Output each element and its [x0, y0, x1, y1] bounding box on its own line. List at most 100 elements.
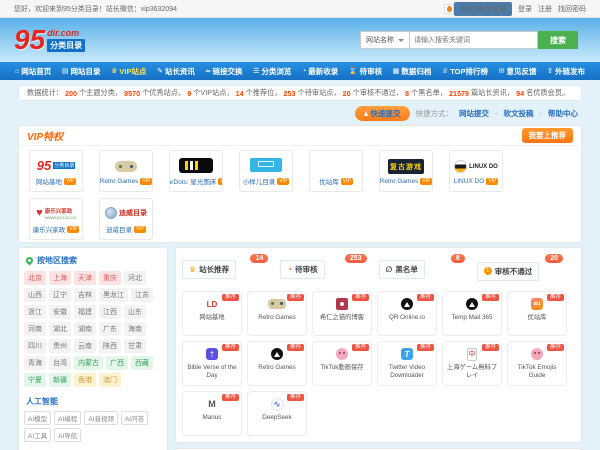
vip-card-xiaoyanger[interactable]: 小样儿目录 VIP	[239, 150, 293, 192]
region-tag[interactable]: 江苏	[131, 288, 153, 302]
rec-card-tiktok-emojis[interactable]: 推荐 TikTok Emojis Guide	[507, 340, 567, 386]
nav-external-links[interactable]: ⇧ 外链发布	[547, 66, 585, 77]
vip-card-retro-games[interactable]: Retro Games VIP	[99, 150, 153, 192]
nav-feedback[interactable]: ✉ 意见反馈	[499, 66, 537, 77]
tab-webmaster-recommend[interactable]: ♛ 站长推荐	[182, 260, 237, 279]
tab-label: 站长推荐	[199, 265, 230, 274]
region-tag[interactable]: 山西	[24, 288, 46, 302]
region-tag[interactable]: 河南	[24, 322, 46, 336]
vip-card-diwei[interactable]: 迪威目录 迪威目录 VIP	[99, 198, 153, 240]
vip-card-kanglexing[interactable]: ♥ 康乐兴家政 WWW.KLXJZ.CN 康乐兴家政 VIP	[29, 198, 83, 240]
nav-home[interactable]: ⌂ 网站首页	[15, 66, 51, 77]
article-submit-link[interactable]: 软文投稿	[504, 108, 534, 119]
vip-card-wangzhanjidi[interactable]: 95 分类目录 网站基地 VIP	[29, 150, 83, 192]
vip-card-fugu-youxi[interactable]: 复古游戏 Retro Games VIP	[379, 150, 433, 192]
stardots-logo-icon	[179, 157, 213, 173]
site-submit-link[interactable]: 网站提交	[459, 108, 489, 119]
nav-webmaster-news[interactable]: ✎ 站长资讯	[157, 66, 195, 77]
region-tag[interactable]: 西藏	[131, 356, 153, 370]
rec-card-manus[interactable]: 推荐 M Manus	[182, 390, 242, 436]
region-tag[interactable]: 青海	[24, 356, 46, 370]
recommend-badge: 推荐	[351, 293, 369, 301]
region-tag[interactable]: 广东	[99, 322, 121, 336]
region-tag[interactable]: 北京	[24, 271, 46, 285]
recommend-badge: 推荐	[416, 343, 434, 351]
region-tag[interactable]: 台湾	[49, 356, 71, 370]
ai-tag[interactable]: AI模型	[24, 411, 52, 425]
tab-blacklist[interactable]: ∅ 黑名单	[378, 260, 425, 279]
rec-card-qr-online[interactable]: 推荐 QR Online.io	[377, 290, 437, 336]
rec-card-bible-verse[interactable]: 推荐 † Bible Verse of the Day	[182, 340, 242, 386]
nav-top-ranking[interactable]: ♕ TOP排行榜	[442, 66, 488, 77]
rec-card-wangzhanjidi[interactable]: 推荐 LD 网站基地	[182, 290, 242, 336]
region-tag[interactable]: 海南	[124, 322, 146, 336]
vip-card-label: Retro Games	[379, 177, 419, 185]
clock-icon: ◔	[302, 67, 307, 75]
ai-tag[interactable]: AI工具	[24, 428, 52, 442]
region-tag[interactable]: 广西	[106, 356, 128, 370]
tab-review-failed[interactable]: ! 审核不通过	[476, 261, 540, 281]
region-tag[interactable]: 福建	[74, 305, 96, 319]
site-logo[interactable]: 95 dir.com 分类目录	[14, 26, 86, 53]
region-tag[interactable]: 澳门	[99, 373, 121, 387]
rec-card-retro-games-2[interactable]: 推荐 Retro Games	[247, 340, 307, 386]
region-tag[interactable]: 黑龙江	[99, 288, 128, 302]
nav-label: 意见反馈	[506, 66, 537, 76]
vip-card-linuxdo[interactable]: LINUX DO LINUX DO VIP	[449, 150, 503, 192]
region-tag[interactable]: 天津	[74, 271, 96, 285]
region-tag[interactable]: 江西	[99, 305, 121, 319]
tab-pending-review[interactable]: ◔ 待审核	[280, 260, 325, 279]
region-tag[interactable]: 安徽	[49, 305, 71, 319]
nav-vip-sites[interactable]: ♛ VIP站点	[111, 66, 146, 77]
ai-tag[interactable]: AI编程	[54, 411, 82, 425]
rec-card-deepseek[interactable]: 推荐 ∿ DeepSeek	[247, 390, 307, 436]
rec-card-shanghai-game[interactable]: 推荐 中 上海ゲーム無料プレイ	[442, 340, 502, 386]
qq-login-button[interactable]: 用QQ帐号登录	[454, 1, 512, 16]
rec-card-temp-mail[interactable]: 推荐 Temp Mail 365	[442, 290, 502, 336]
region-tag[interactable]: 浙江	[24, 305, 46, 319]
region-tag[interactable]: 云南	[74, 339, 96, 353]
search-category-select[interactable]: 网站名称	[360, 31, 410, 49]
region-tag[interactable]: 河北	[124, 271, 146, 285]
ai-tag[interactable]: AI音视频	[84, 411, 118, 425]
nav-directory[interactable]: ▤ 网站目录	[62, 66, 101, 77]
register-link[interactable]: 注册	[538, 4, 552, 14]
rec-card-youzhanku[interactable]: 推荐 au 优站库	[507, 290, 567, 336]
rec-card-twitter-downloader[interactable]: 推荐 T Twitter Video Downloader	[377, 340, 437, 386]
ai-tag[interactable]: AI导航	[54, 428, 82, 442]
quick-submit-button[interactable]: 快速提交	[354, 105, 410, 121]
search-input[interactable]	[410, 31, 538, 49]
region-tag[interactable]: 辽宁	[49, 288, 71, 302]
region-tag[interactable]: 吉林	[74, 288, 96, 302]
search-button[interactable]: 搜索	[538, 31, 578, 49]
rec-card-retro-games[interactable]: 推荐 Retro Games	[247, 290, 307, 336]
vip-card-stardots[interactable]: StarDots: 星光图床VIP	[169, 150, 223, 192]
region-tag[interactable]: 香港	[74, 373, 96, 387]
region-tag[interactable]: 四川	[24, 339, 46, 353]
vip-card-youzhanku[interactable]: 优站库 VIP	[309, 150, 363, 192]
nav-category-browse[interactable]: ☰ 分类浏览	[253, 66, 291, 77]
nav-link-exchange[interactable]: ∞ 链接交换	[206, 66, 243, 77]
rec-card-tiktok-save[interactable]: 推荐 TikTok動画保存	[312, 340, 372, 386]
region-tag[interactable]: 宁夏	[24, 373, 46, 387]
get-recommended-button[interactable]: 我要上推荐	[521, 128, 573, 143]
region-tag[interactable]: 上海	[49, 271, 71, 285]
ai-tag[interactable]: AI问答	[120, 411, 149, 425]
region-tag[interactable]: 湖北	[49, 322, 71, 336]
region-tag[interactable]: 贵州	[49, 339, 71, 353]
region-tag[interactable]: 山东	[124, 305, 146, 319]
region-tag[interactable]: 陕西	[99, 339, 121, 353]
region-tag[interactable]: 新疆	[49, 373, 71, 387]
region-tag[interactable]: 甘肃	[124, 339, 146, 353]
rec-card-xiren-blog[interactable]: 推荐 希仁之猫的博客	[312, 290, 372, 336]
nav-latest-included[interactable]: ◔ 最新收录	[302, 66, 338, 77]
login-link[interactable]: 登录	[518, 4, 532, 14]
region-tag[interactable]: 重庆	[99, 271, 121, 285]
forgot-password-link[interactable]: 找回密码	[558, 4, 586, 14]
help-center-link[interactable]: 帮助中心	[548, 108, 578, 119]
nav-data-archive[interactable]: ▦ 数据归档	[393, 66, 432, 77]
stat-value: 253	[283, 88, 296, 98]
region-tag[interactable]: 内蒙古	[74, 356, 103, 370]
nav-pending-review[interactable]: ⌛ 待审核	[349, 66, 382, 77]
region-tag[interactable]: 湖南	[74, 322, 96, 336]
